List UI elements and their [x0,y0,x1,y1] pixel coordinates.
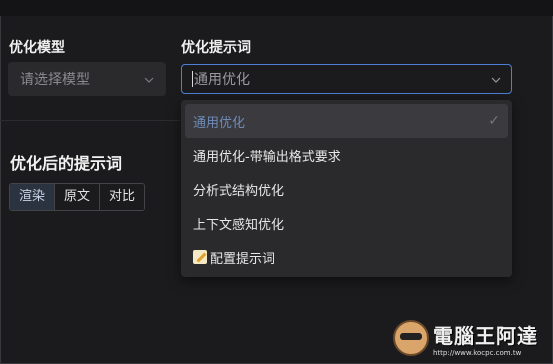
watermark-url: http://www.kocpc.com.tw [433,348,522,357]
model-select[interactable]: 请选择模型 [8,62,166,96]
divider [0,120,180,121]
model-label: 优化模型 [9,40,65,56]
dropdown-option-context[interactable]: 上下文感知优化 [185,206,508,240]
chevron-down-icon [144,71,154,87]
watermark-text: 電腦王阿達 http://www.kocpc.com.tw [433,320,538,357]
watermark-logo: 電腦王阿達 http://www.kocpc.com.tw [393,316,547,360]
option-label: 通用优化-带输出格式要求 [193,149,341,165]
watermark-title: 電腦王阿達 [433,323,538,348]
tab-compare[interactable]: 对比 [100,184,145,210]
text-caret [192,71,193,87]
dropdown-option-general[interactable]: 通用优化 ✓ [185,104,508,138]
tab-source[interactable]: 原文 [55,184,101,210]
check-icon: ✓ [488,113,500,129]
prompt-select-value: 通用优化 [194,72,250,88]
option-label: 配置提示词 [210,251,276,267]
dropdown-option-config[interactable]: 配置提示词 [185,240,508,274]
dropdown-option-analytic[interactable]: 分析式结构优化 [185,172,508,206]
prompt-dropdown-menu: 通用优化 ✓ 通用优化-带输出格式要求 分析式结构优化 上下文感知优化 配置提示… [181,100,512,277]
option-label: 上下文感知优化 [193,217,285,233]
top-bar [0,0,553,16]
mascot-icon [393,320,429,356]
tab-render[interactable]: 渲染 [10,184,56,210]
prompt-select[interactable]: 通用优化 [181,64,512,94]
model-select-placeholder: 请选择模型 [20,72,90,88]
memo-icon [193,250,207,264]
prompt-label: 优化提示词 [181,40,251,56]
dropdown-option-general-format[interactable]: 通用优化-带输出格式要求 [185,138,508,172]
view-tabs: 渲染 原文 对比 [9,183,146,211]
option-label: 通用优化 [193,115,246,131]
option-label: 分析式结构优化 [193,183,285,199]
chevron-down-icon [491,71,501,87]
result-heading: 优化后的提示词 [10,154,123,173]
